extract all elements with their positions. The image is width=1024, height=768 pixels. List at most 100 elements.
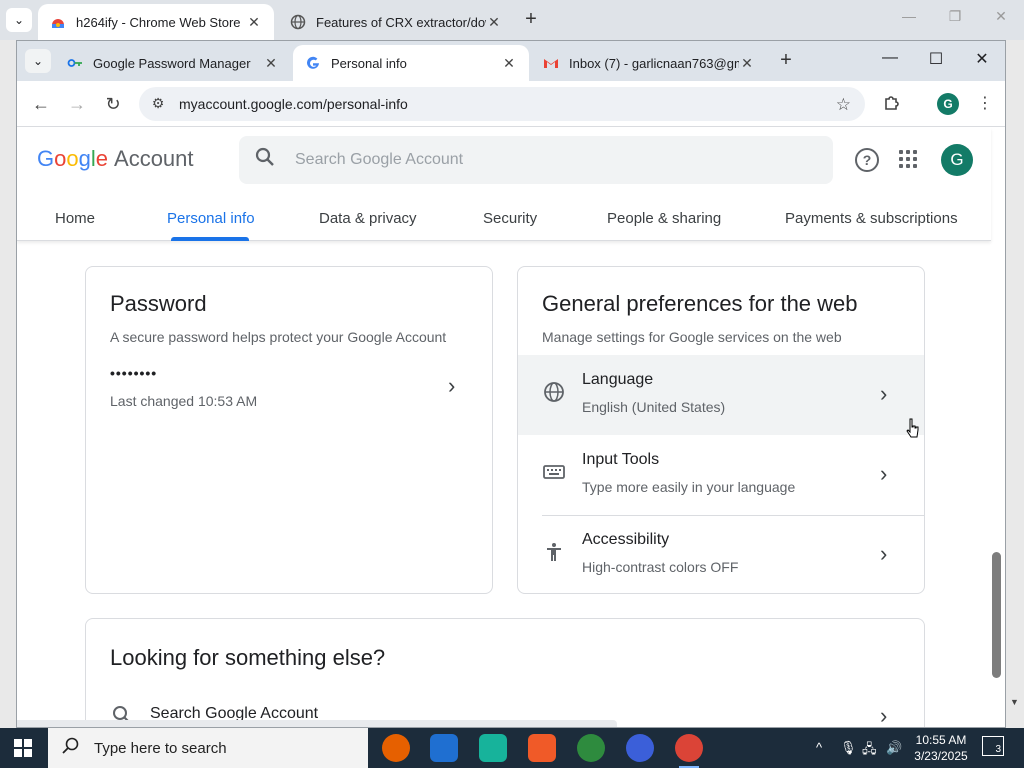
- back-tab-chrome-web-store[interactable]: h264ify - Chrome Web Store ✕: [38, 4, 274, 40]
- back-arrow-icon[interactable]: ←: [29, 93, 53, 115]
- close-icon[interactable]: ✕: [501, 55, 517, 72]
- input-tools-row[interactable]: Input Tools Type more easily in your lan…: [518, 435, 924, 515]
- language-row[interactable]: Language English (United States) ›: [518, 355, 924, 435]
- back-window-tabbar: ⌄ h264ify - Chrome Web Store ✕ Features …: [0, 0, 1024, 40]
- password-card[interactable]: Password A secure password helps protect…: [85, 266, 493, 594]
- tab-search-button[interactable]: ⌄: [6, 8, 32, 32]
- tab-title: Features of CRX extractor/dow: [316, 14, 486, 30]
- tab-password-manager[interactable]: Google Password Manager ✕: [55, 45, 291, 81]
- address-bar[interactable]: ⚙ myaccount.google.com/personal-info ☆: [139, 87, 865, 121]
- minimize-icon[interactable]: —: [875, 49, 905, 67]
- close-icon[interactable]: ✕: [739, 55, 755, 72]
- hand-cursor-icon: [906, 418, 919, 438]
- windows-start-icon[interactable]: [14, 739, 32, 757]
- volume-icon[interactable]: 🔊: [886, 740, 902, 756]
- accessibility-icon: [542, 541, 566, 565]
- tab-strip: ⌄ Google Password Manager ✕ Personal inf…: [17, 41, 1005, 81]
- google-account-logo[interactable]: Google Account: [37, 146, 194, 172]
- taskbar-search[interactable]: [48, 728, 368, 768]
- taskbar-clock[interactable]: 10:55 AM 3/23/2025: [906, 732, 976, 764]
- tab-title: Personal info: [331, 55, 407, 71]
- page-scrollbar-thumb[interactable]: [992, 552, 1001, 678]
- chevron-right-icon: ›: [880, 381, 888, 406]
- tab-data-privacy[interactable]: Data & privacy: [319, 210, 417, 227]
- close-icon[interactable]: ✕: [246, 14, 262, 31]
- account-nav-tabs: Home Personal info Data & privacy Securi…: [17, 198, 991, 240]
- browser-toolbar: ← → ↻ ⚙ myaccount.google.com/personal-in…: [17, 81, 1005, 127]
- firefox-nightly-icon[interactable]: [626, 734, 654, 762]
- search-icon: [62, 737, 80, 760]
- reload-icon[interactable]: ↻: [101, 93, 125, 115]
- profile-avatar[interactable]: G: [937, 93, 959, 115]
- password-last-changed: Last changed 10:53 AM: [110, 393, 258, 409]
- tab-personal-info[interactable]: Personal info: [167, 210, 255, 227]
- preferences-card-title: General preferences for the web: [542, 291, 858, 316]
- bookmark-star-icon[interactable]: ☆: [836, 95, 851, 115]
- tab-title: Google Password Manager: [93, 55, 251, 71]
- general-preferences-card: General preferences for the web Manage s…: [517, 266, 925, 594]
- input-tools-value: Type more easily in your language: [582, 479, 796, 495]
- tab-payments-subscriptions[interactable]: Payments & subscriptions: [785, 210, 958, 227]
- android-app-icon[interactable]: [479, 734, 507, 762]
- tab-security[interactable]: Security: [483, 210, 537, 227]
- tab-home[interactable]: Home: [55, 210, 95, 227]
- page-content: GoogleAccount ? G Home Personal info Dat…: [17, 128, 1005, 728]
- preferences-card-subtitle: Manage settings for Google services on t…: [542, 329, 842, 345]
- chevron-right-icon[interactable]: ›: [448, 373, 455, 399]
- chevron-up-icon[interactable]: ^: [816, 740, 822, 755]
- tab-gmail-inbox[interactable]: Inbox (7) - garlicnaan763@gma ✕: [531, 45, 767, 81]
- input-tools-title: Input Tools: [582, 451, 660, 468]
- gmail-icon: [543, 55, 559, 71]
- microphone-icon[interactable]: 🎙: [840, 740, 857, 756]
- password-card-title: Password: [110, 291, 207, 316]
- url-text[interactable]: myaccount.google.com/personal-info: [179, 96, 408, 112]
- browser-window: ⌄ Google Password Manager ✕ Personal inf…: [16, 40, 1006, 728]
- apps-grid-icon[interactable]: [899, 150, 917, 168]
- password-card-subtitle: A secure password helps protect your Goo…: [110, 329, 447, 345]
- account-search-box[interactable]: [239, 136, 833, 184]
- network-icon[interactable]: 🖧: [862, 740, 877, 762]
- taskbar-search-input[interactable]: [94, 739, 334, 757]
- firefox-icon[interactable]: [382, 734, 410, 762]
- chevron-right-icon: ›: [880, 703, 888, 728]
- close-icon[interactable]: ✕: [486, 14, 502, 31]
- close-icon[interactable]: ✕: [263, 55, 279, 72]
- accessibility-value: High-contrast colors OFF: [582, 559, 739, 575]
- help-icon[interactable]: ?: [855, 148, 879, 172]
- back-tab-crx-extractor[interactable]: Features of CRX extractor/dow ✕: [278, 4, 514, 40]
- maximize-icon[interactable]: ☐: [921, 49, 951, 69]
- chrome-icon[interactable]: [675, 734, 703, 768]
- accessibility-row[interactable]: Accessibility High-contrast colors OFF ›: [518, 515, 924, 593]
- forward-arrow-icon[interactable]: →: [65, 93, 89, 115]
- account-search-input[interactable]: [295, 151, 775, 169]
- new-tab-button[interactable]: +: [775, 49, 797, 71]
- tab-search-button[interactable]: ⌄: [25, 49, 51, 73]
- google-g-icon: [305, 55, 321, 71]
- extensions-puzzle-icon[interactable]: [883, 93, 901, 116]
- presentation-app-icon[interactable]: [528, 734, 556, 762]
- globe-icon: [290, 14, 306, 30]
- notification-center-icon[interactable]: 3: [982, 736, 1004, 756]
- tab-personal-info[interactable]: Personal info ✕: [293, 45, 529, 81]
- clock-time: 10:55 AM: [915, 733, 967, 747]
- minimize-icon[interactable]: —: [894, 8, 924, 24]
- windows-taskbar: ^ 🎙 🖧 🔊 10:55 AM 3/23/2025 3: [0, 728, 1024, 768]
- close-window-icon[interactable]: ✕: [967, 49, 997, 69]
- search-icon: [255, 147, 275, 173]
- chrome-beta-icon[interactable]: [577, 734, 605, 762]
- tab-title: h264ify - Chrome Web Store: [76, 14, 241, 30]
- site-info-icon[interactable]: ⚙: [149, 95, 167, 113]
- language-title: Language: [582, 371, 654, 388]
- chrome-web-store-icon: [50, 14, 66, 30]
- new-tab-button[interactable]: +: [520, 8, 542, 30]
- menu-dots-icon[interactable]: ⋮: [977, 93, 993, 113]
- scroll-down-arrow-icon[interactable]: ▼: [1010, 697, 1019, 707]
- tab-people-sharing[interactable]: People & sharing: [607, 210, 721, 227]
- restore-icon[interactable]: ❐: [940, 8, 970, 25]
- account-avatar[interactable]: G: [941, 144, 973, 176]
- chromium-icon[interactable]: [430, 734, 458, 762]
- close-window-icon[interactable]: ✕: [986, 8, 1016, 25]
- logo-account-label: Account: [114, 146, 194, 171]
- status-bubble: [17, 720, 617, 727]
- clock-date: 3/23/2025: [914, 749, 968, 763]
